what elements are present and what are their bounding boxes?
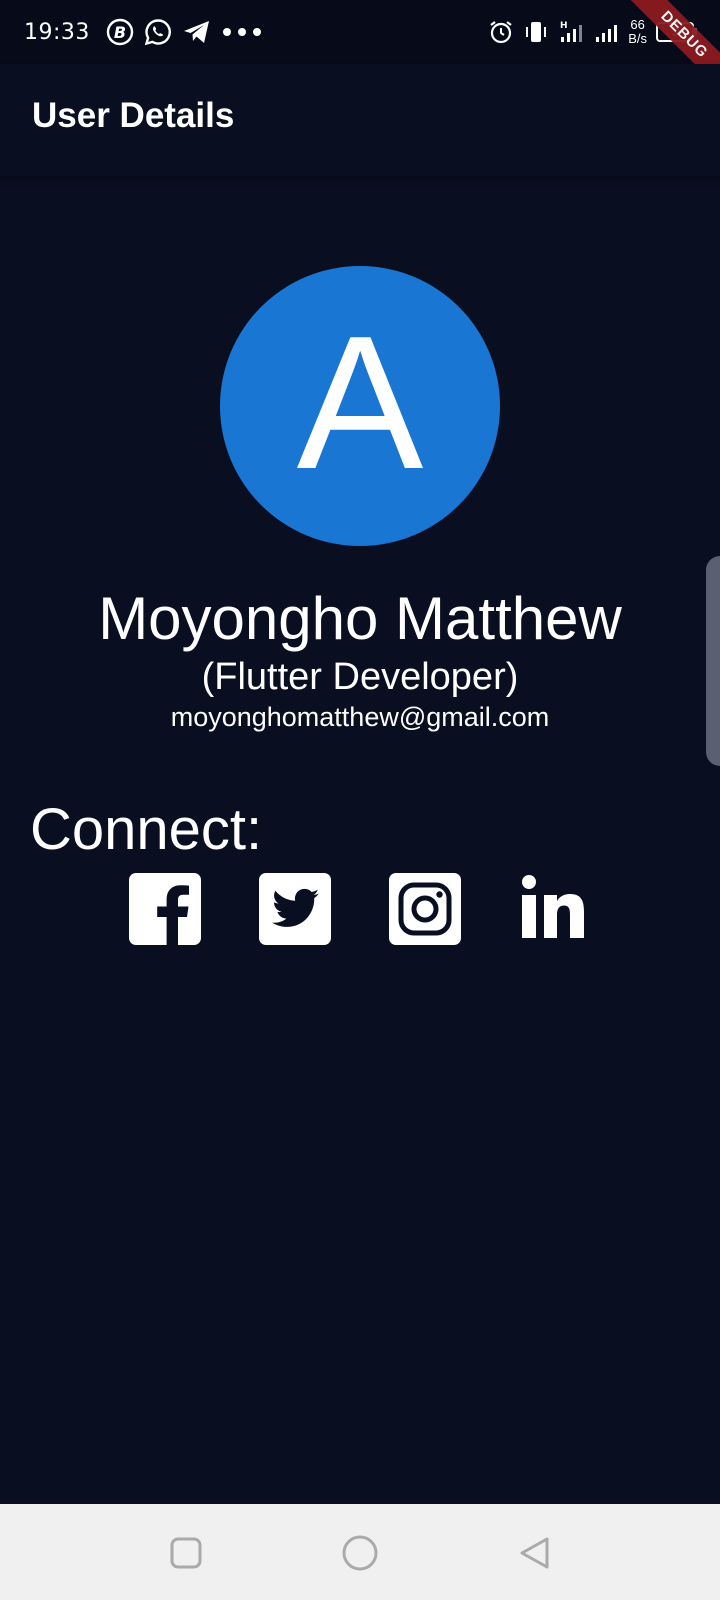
circle-icon xyxy=(342,1535,378,1571)
avatar-initial: A xyxy=(296,297,424,509)
signal-icon xyxy=(593,19,619,45)
signal-h-icon: H xyxy=(558,19,584,45)
connect-label: Connect: xyxy=(30,797,263,862)
status-time: 19:33 xyxy=(24,19,90,45)
user-name: Moyongho Matthew xyxy=(98,585,622,652)
facebook-icon[interactable] xyxy=(129,873,201,945)
linkedin-icon[interactable] xyxy=(519,873,591,945)
whatsapp-icon xyxy=(144,18,172,46)
status-bar: 19:33 B H 66 B/s 3 xyxy=(0,0,720,64)
avatar: A xyxy=(220,266,500,546)
net-speed-unit: B/s xyxy=(628,31,647,46)
instagram-icon[interactable] xyxy=(389,873,461,945)
system-nav-bar xyxy=(0,1504,720,1600)
twitter-icon[interactable] xyxy=(259,873,331,945)
network-speed: 66 B/s xyxy=(628,18,647,46)
alarm-icon xyxy=(488,19,514,45)
vibrate-icon xyxy=(523,19,549,45)
user-role: (Flutter Developer) xyxy=(201,656,519,698)
page-title: User Details xyxy=(32,96,235,135)
user-email: moyonghomatthew@gmail.com xyxy=(170,702,550,732)
telegram-icon xyxy=(182,18,212,46)
square-icon xyxy=(170,1537,202,1569)
net-speed-value: 66 xyxy=(630,17,645,32)
edge-panel-handle[interactable] xyxy=(706,556,720,766)
status-left: 19:33 B xyxy=(24,0,262,64)
back-button[interactable] xyxy=(516,1534,554,1572)
back-triangle-icon xyxy=(520,1537,549,1569)
svg-text:H: H xyxy=(560,21,568,31)
bitcoin-icon: B xyxy=(106,18,134,46)
home-button[interactable] xyxy=(341,1534,379,1572)
more-dots-icon xyxy=(222,27,262,37)
app-bar: User Details xyxy=(0,64,720,176)
svg-text:B: B xyxy=(114,23,126,42)
recent-apps-button[interactable] xyxy=(167,1534,205,1572)
